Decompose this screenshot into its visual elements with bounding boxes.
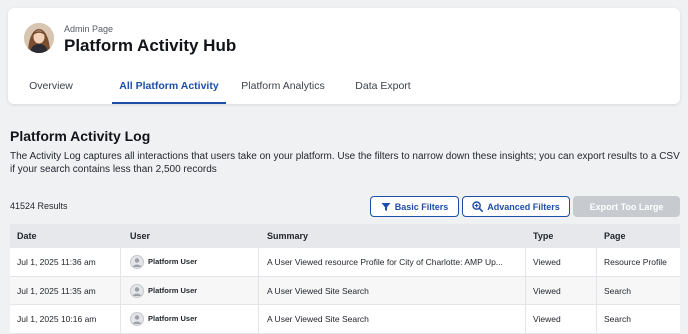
results-count: 41524 Results — [10, 201, 68, 211]
tab-overview[interactable]: Overview — [21, 70, 81, 104]
column-divider — [120, 248, 121, 276]
column-divider — [525, 276, 526, 304]
header-date[interactable]: Date — [17, 224, 37, 248]
user-name: Platform User — [148, 285, 198, 295]
header-page[interactable]: Page — [604, 224, 626, 248]
header-card: Admin Page Platform Activity Hub Overvie… — [8, 8, 680, 104]
cell-user[interactable]: Platform User — [130, 305, 197, 333]
admin-avatar[interactable] — [24, 23, 54, 53]
column-divider — [120, 276, 121, 304]
column-divider — [596, 248, 597, 276]
cell-date: Jul 1, 2025 10:16 am — [17, 314, 97, 324]
filter-icon — [381, 202, 391, 212]
cell-date: Jul 1, 2025 11:36 am — [17, 257, 96, 267]
tab-data-export[interactable]: Data Export — [352, 70, 414, 104]
cell-summary: A User Viewed Site Search — [267, 314, 369, 324]
header-summary[interactable]: Summary — [267, 224, 525, 248]
section-description: The Activity Log captures all interactio… — [10, 151, 680, 175]
basic-filters-label: Basic Filters — [394, 201, 449, 212]
table-header: Date User Summary Type Page — [10, 224, 680, 248]
header-user[interactable]: User — [130, 224, 150, 248]
advanced-filters-button[interactable]: Advanced Filters — [462, 196, 570, 217]
cell-summary: A User Viewed resource Profile for City … — [267, 257, 503, 267]
user-name: Platform User — [148, 314, 198, 323]
basic-filters-button[interactable]: Basic Filters — [370, 196, 459, 217]
user-icon — [130, 283, 144, 298]
page-eyebrow: Admin Page — [64, 24, 114, 34]
column-divider — [258, 248, 259, 276]
page-title: Platform Activity Hub — [64, 36, 237, 55]
column-divider — [525, 248, 526, 276]
section-title: Platform Activity Log — [10, 128, 151, 144]
user-name: Platform User — [148, 257, 198, 266]
table-row[interactable]: Jul 1, 2025 10:16 am Platform User A Use… — [10, 305, 680, 334]
column-divider — [525, 305, 526, 333]
header-type[interactable]: Type — [533, 224, 553, 248]
table-row[interactable]: Jul 1, 2025 11:36 am Platform User A Use… — [10, 248, 680, 277]
cell-page: Search — [604, 314, 631, 324]
export-label: Export Too Large — [589, 201, 664, 212]
cell-user[interactable]: Platform User — [130, 277, 197, 305]
cell-page: Resource Profile — [604, 257, 667, 267]
column-divider — [258, 276, 259, 304]
cell-type: Viewed — [533, 314, 561, 324]
table-row[interactable]: Jul 1, 2025 11:35 am Platform User A Use… — [10, 276, 680, 305]
activity-table: Date User Summary Type Page Jul 1, 2025 … — [10, 224, 680, 334]
advanced-filters-label: Advanced Filters — [487, 201, 560, 212]
cell-user[interactable]: Platform User — [130, 248, 197, 276]
tab-bar: Overview All Platform Activity Platform … — [8, 70, 680, 104]
cell-type: Viewed — [533, 285, 561, 296]
user-icon — [130, 255, 144, 269]
page: Admin Page Platform Activity Hub Overvie… — [0, 0, 688, 334]
tab-platform-analytics[interactable]: Platform Analytics — [234, 70, 332, 104]
column-divider — [596, 305, 597, 333]
cell-summary: A User Viewed Site Search — [267, 285, 369, 296]
cell-date: Jul 1, 2025 11:35 am — [17, 285, 96, 296]
column-divider — [596, 276, 597, 304]
cell-page: Search — [604, 285, 631, 296]
export-button[interactable]: Export Too Large — [573, 196, 680, 217]
column-divider — [258, 305, 259, 333]
tab-all-platform-activity[interactable]: All Platform Activity — [112, 70, 226, 104]
column-divider — [120, 305, 121, 333]
cell-type: Viewed — [533, 257, 561, 267]
user-icon — [130, 312, 144, 326]
search-plus-icon — [472, 201, 484, 212]
